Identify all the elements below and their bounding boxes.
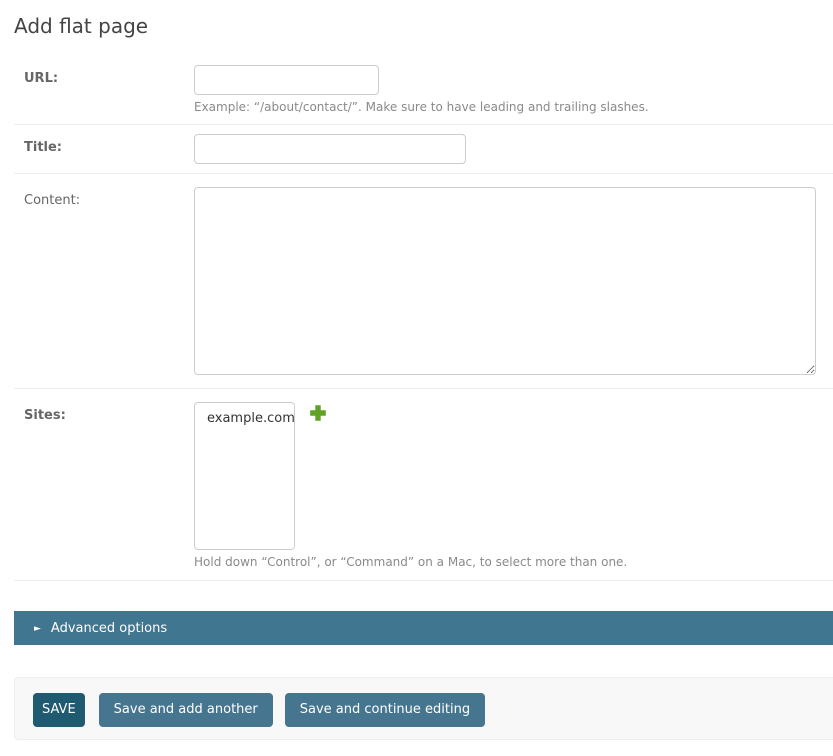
form-row-url: URL: Example: “/about/contact/”. Make su… <box>14 56 833 125</box>
save-and-continue-editing-button[interactable]: Save and continue editing <box>285 693 485 727</box>
content-textarea[interactable] <box>194 187 816 375</box>
form-row-sites: Sites: example.com Hold down “Control”, … <box>14 389 833 581</box>
url-label: URL: <box>24 65 194 86</box>
flatpage-form: URL: Example: “/about/contact/”. Make su… <box>14 56 833 740</box>
submit-row: SAVE Save and add another Save and conti… <box>14 677 833 740</box>
plus-icon <box>309 404 327 422</box>
form-row-title: Title: <box>14 125 833 174</box>
title-input[interactable] <box>194 134 466 164</box>
title-label: Title: <box>24 134 194 155</box>
save-and-add-another-button[interactable]: Save and add another <box>99 693 273 727</box>
sites-label: Sites: <box>24 402 194 423</box>
url-field-col: Example: “/about/contact/”. Make sure to… <box>194 65 833 115</box>
sites-option[interactable]: example.com <box>195 408 294 426</box>
content-field-col <box>194 187 833 375</box>
url-input[interactable] <box>194 65 379 95</box>
title-field-col <box>194 134 833 164</box>
sites-help-text: Hold down “Control”, or “Command” on a M… <box>194 555 833 570</box>
form-row-content: Content: <box>14 174 833 389</box>
advanced-options-label: Advanced options <box>51 621 167 636</box>
content-label: Content: <box>24 187 194 208</box>
page-title: Add flat page <box>14 0 833 40</box>
add-site-icon[interactable] <box>309 404 327 422</box>
change-form: Add flat page URL: Example: “/about/cont… <box>14 0 833 740</box>
url-help-text: Example: “/about/contact/”. Make sure to… <box>194 100 833 115</box>
advanced-options-toggle[interactable]: ► Advanced options <box>14 611 833 645</box>
sites-select[interactable]: example.com <box>194 402 295 550</box>
chevron-right-icon: ► <box>34 624 41 634</box>
sites-widget: example.com <box>194 402 833 550</box>
save-button[interactable]: SAVE <box>33 693 85 727</box>
sites-field-col: example.com Hold down “Control”, or “Com… <box>194 402 833 570</box>
